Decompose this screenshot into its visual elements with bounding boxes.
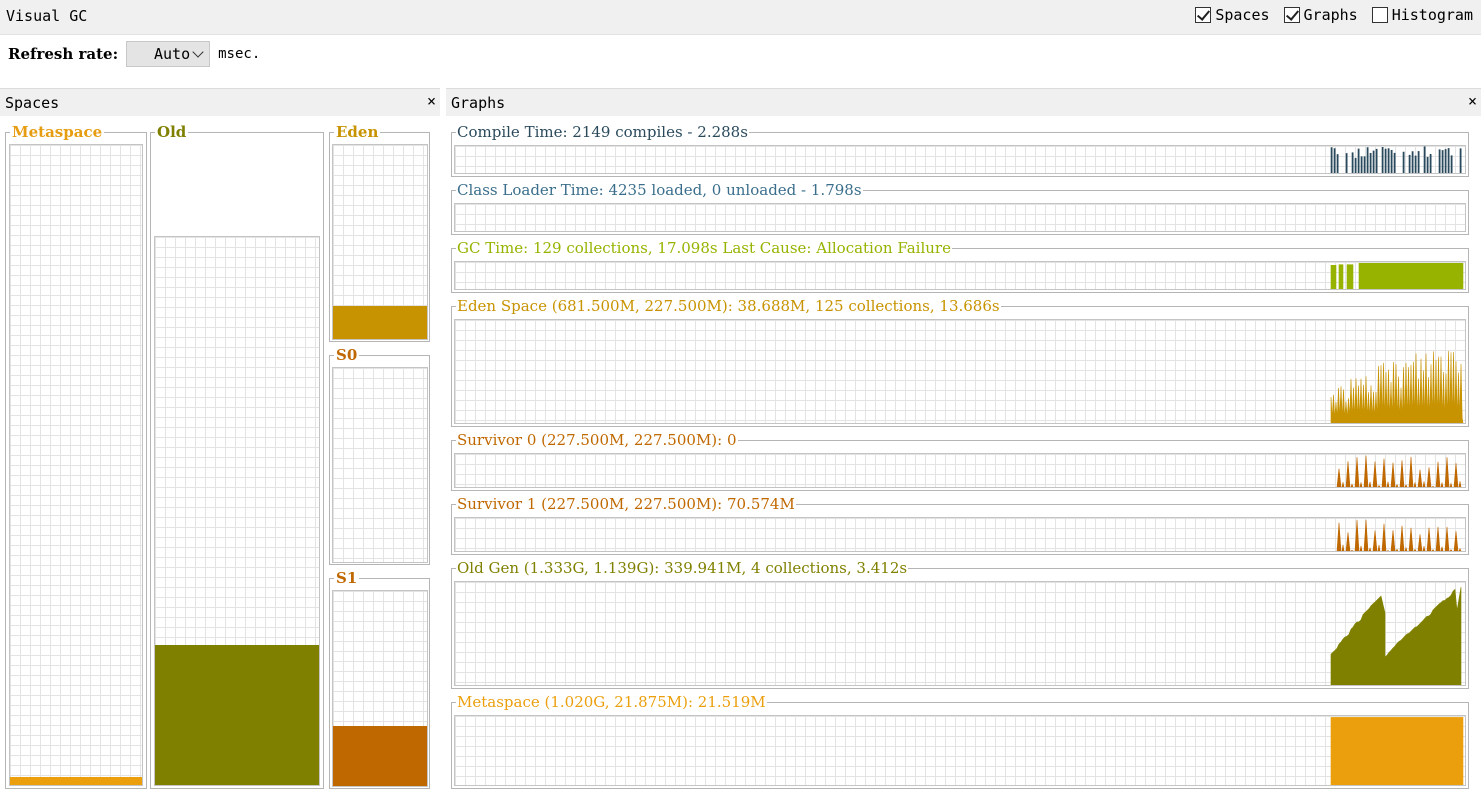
space-s0-label: S0	[334, 346, 360, 364]
graph-s1-title: Survivor 1 (227.500M, 227.500M): 70.574M	[456, 495, 796, 513]
graphs-checkbox[interactable]	[1283, 7, 1300, 23]
graph-meta-area	[1330, 717, 1464, 785]
graph-s1: Survivor 1 (227.500M, 227.500M): 70.574M	[451, 496, 1469, 555]
graph-classloader-plot	[454, 203, 1466, 232]
graph-meta-series	[1330, 717, 1464, 785]
space-old-fill	[155, 645, 319, 785]
space-s1-label: S1	[334, 569, 360, 587]
space-eden-label: Eden	[334, 123, 381, 141]
graph-classloader-series	[455, 204, 1465, 231]
refresh-rate-label: Refresh rate:	[8, 45, 119, 63]
spaces-label: Spaces	[1215, 6, 1270, 24]
chevron-down-icon	[192, 46, 204, 58]
graph-compile-title: Compile Time: 2149 compiles - 2.288s	[456, 123, 749, 141]
graphs-label: Graphs	[1303, 6, 1358, 24]
spaces-panel-title: Spaces	[5, 94, 60, 112]
toggle-spaces[interactable]: Spaces	[1195, 6, 1270, 24]
spaces-checkbox[interactable]	[1195, 7, 1212, 23]
graph-s1-area	[1336, 519, 1462, 551]
graphs-panel-header: Graphs ×	[446, 88, 1481, 116]
toggle-graphs[interactable]: Graphs	[1283, 6, 1358, 24]
graph-gc-area	[1330, 263, 1464, 289]
graph-s0: Survivor 0 (227.500M, 227.500M): 0	[451, 432, 1469, 491]
space-s1-grid	[332, 590, 428, 787]
graph-s0-plot	[454, 453, 1466, 488]
graph-gc-plot	[454, 261, 1466, 290]
graph-gc-series	[1330, 263, 1464, 289]
graph-compile: Compile Time: 2149 compiles - 2.288s	[451, 124, 1469, 177]
graph-compile-series	[1330, 146, 1462, 173]
space-eden-fill	[333, 306, 427, 339]
space-eden: Eden	[329, 124, 430, 342]
histogram-label: Histogram	[1391, 6, 1473, 24]
space-s1-fill	[333, 725, 427, 786]
title-bar: Visual GC Spaces Graphs Histogram	[0, 0, 1481, 35]
app-title: Visual GC	[6, 7, 88, 25]
graph-classloader-title: Class Loader Time: 4235 loaded, 0 unload…	[456, 181, 863, 199]
graph-old-plot	[454, 581, 1466, 686]
spaces-panel-header: Spaces ×	[0, 88, 440, 116]
space-s0-grid	[332, 367, 428, 563]
graph-eden-plot	[454, 319, 1466, 424]
graph-old: Old Gen (1.333G, 1.139G): 339.941M, 4 co…	[451, 560, 1469, 689]
refresh-rate-select[interactable]: Auto	[126, 41, 211, 67]
space-old: Old	[150, 124, 324, 789]
graph-old-series	[1330, 587, 1462, 685]
space-metaspace-grid	[9, 144, 143, 786]
space-eden-grid	[332, 144, 428, 340]
space-old-grid	[154, 236, 320, 786]
graph-eden: Eden Space (681.500M, 227.500M): 38.688M…	[451, 298, 1469, 427]
space-metaspace-label: Metaspace	[10, 123, 105, 141]
view-toggles: Spaces Graphs Histogram	[1195, 6, 1473, 24]
refresh-rate-unit: msec.	[218, 46, 261, 62]
graph-gc: GC Time: 129 collections, 17.098s Last C…	[451, 240, 1469, 293]
space-metaspace-fill	[10, 777, 142, 785]
graph-s0-series	[1336, 455, 1462, 487]
space-s1: S1	[329, 570, 430, 789]
graph-classloader: Class Loader Time: 4235 loaded, 0 unload…	[451, 182, 1469, 235]
graph-gc-title: GC Time: 129 collections, 17.098s Last C…	[456, 239, 952, 257]
graph-meta-plot	[454, 715, 1466, 786]
refresh-rate-row: Refresh rate: Auto msec.	[8, 40, 260, 68]
graph-eden-area	[1330, 351, 1464, 423]
graph-s0-title: Survivor 0 (227.500M, 227.500M): 0	[456, 431, 738, 449]
toggle-histogram[interactable]: Histogram	[1371, 6, 1473, 24]
graph-eden-title: Eden Space (681.500M, 227.500M): 38.688M…	[456, 297, 1001, 315]
graph-meta-title: Metaspace (1.020G, 21.875M): 21.519M	[456, 693, 767, 711]
graphs-panel-title: Graphs	[451, 94, 506, 112]
graph-s0-area	[1336, 455, 1462, 487]
spaces-close-icon[interactable]: ×	[427, 92, 436, 110]
graph-s1-plot	[454, 517, 1466, 552]
space-s0: S0	[329, 347, 430, 565]
graph-old-title: Old Gen (1.333G, 1.139G): 339.941M, 4 co…	[456, 559, 909, 577]
refresh-rate-value: Auto	[154, 45, 191, 63]
graph-s1-series	[1336, 519, 1462, 551]
graph-eden-series	[1330, 351, 1464, 423]
histogram-checkbox[interactable]	[1371, 7, 1388, 23]
graph-compile-area	[1330, 146, 1462, 173]
space-metaspace: Metaspace	[5, 124, 147, 789]
graph-meta: Metaspace (1.020G, 21.875M): 21.519M	[451, 694, 1469, 789]
graph-compile-plot	[454, 145, 1466, 174]
space-old-label: Old	[155, 123, 189, 141]
graph-old-area	[1330, 587, 1462, 685]
graphs-close-icon[interactable]: ×	[1468, 92, 1477, 110]
